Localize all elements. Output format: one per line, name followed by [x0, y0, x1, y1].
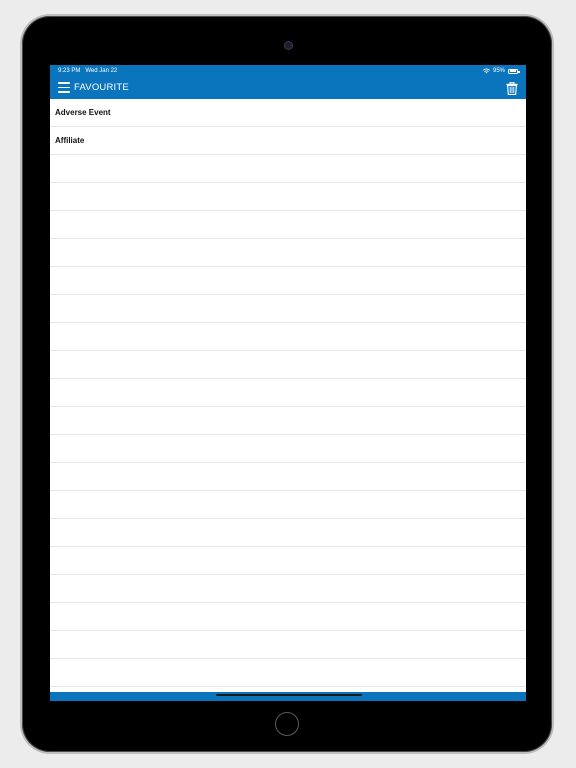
favourite-list-item[interactable] [50, 463, 526, 491]
favourite-list-item[interactable] [50, 379, 526, 407]
favourite-list-item[interactable] [50, 295, 526, 323]
front-camera [284, 41, 293, 50]
wifi-icon [482, 68, 490, 74]
favourite-list-item[interactable] [50, 183, 526, 211]
status-date: Wed Jan 22 [85, 68, 118, 74]
favourite-list-item[interactable] [50, 603, 526, 631]
page-title: FAVOURITE [74, 82, 129, 93]
battery-fill [509, 70, 517, 72]
favourite-list-item[interactable] [50, 155, 526, 183]
favourite-list-item[interactable] [50, 519, 526, 547]
home-button[interactable] [275, 712, 299, 736]
favourite-list-item[interactable] [50, 631, 526, 659]
battery-percent: 95% [492, 68, 505, 74]
navigation-bar: FAVOURITE [50, 77, 526, 99]
favourite-list-item[interactable]: Affiliate [50, 127, 526, 155]
app-screen: 9:23 PM Wed Jan 22 95% FAVOURITE Adverse… [50, 65, 526, 701]
favourite-list-item[interactable] [50, 491, 526, 519]
favourite-list-item[interactable] [50, 575, 526, 603]
favourite-list-item[interactable] [50, 239, 526, 267]
home-indicator[interactable] [216, 694, 362, 696]
favourite-list-item[interactable] [50, 267, 526, 295]
favourite-list-item[interactable] [50, 323, 526, 351]
favourite-list-item[interactable]: Adverse Event [50, 99, 526, 127]
battery-icon [508, 68, 520, 74]
status-time: 9:23 PM [58, 68, 81, 74]
favourite-list-item[interactable] [50, 435, 526, 463]
favourite-list-item[interactable] [50, 351, 526, 379]
hamburger-menu-icon[interactable] [58, 82, 70, 94]
trash-icon[interactable] [506, 82, 518, 95]
favourite-list-item[interactable] [50, 659, 526, 687]
favourite-list-item[interactable] [50, 211, 526, 239]
status-bar: 9:23 PM Wed Jan 22 95% [50, 65, 526, 77]
favourites-list: Adverse Event Affiliate [50, 99, 526, 701]
favourite-list-item[interactable] [50, 407, 526, 435]
favourite-list-item[interactable] [50, 547, 526, 575]
